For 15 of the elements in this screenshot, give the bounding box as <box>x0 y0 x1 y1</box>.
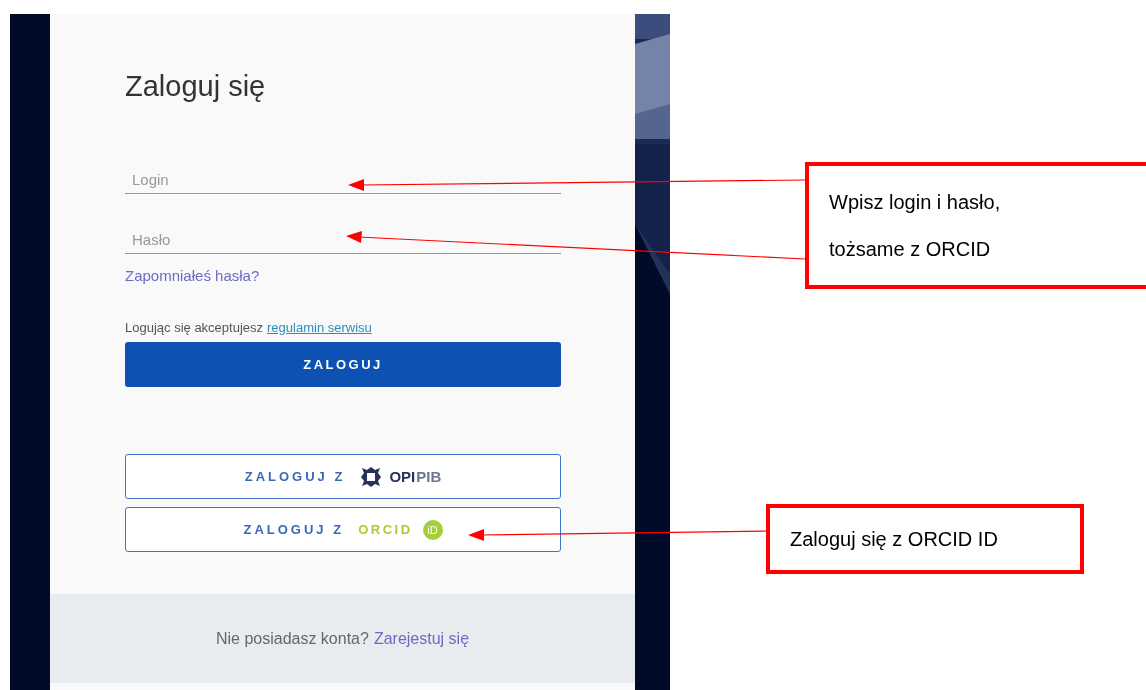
page-title: Zaloguj się <box>125 69 266 104</box>
terms-text: Logując się akceptujesz <box>125 319 264 336</box>
logo-text: OPI <box>389 468 416 485</box>
register-link[interactable]: Zarejestuj się <box>373 629 470 648</box>
logo-icon <box>359 464 384 489</box>
provider-login-button[interactable]: ZALOGUJ Z ORCID iD <box>125 507 561 552</box>
callout-text: Zaloguj się z ORCID ID <box>790 527 998 551</box>
provider-login-button[interactable]: ZALOGUJ Z OPIPIB <box>125 454 561 499</box>
forgot-password-link[interactable]: Zapomniałeś hasła? <box>125 266 260 286</box>
footer-text: Nie posiadasz konta? <box>215 629 369 648</box>
terms-link[interactable]: regulamin serwisu <box>267 319 372 336</box>
callout-text: Wpisz login i hasło, <box>829 190 1001 214</box>
logo-text: PIB <box>416 468 442 485</box>
callout-text: tożsame z ORCID <box>829 237 991 261</box>
login-button[interactable]: ZALOGUJ <box>125 342 561 387</box>
